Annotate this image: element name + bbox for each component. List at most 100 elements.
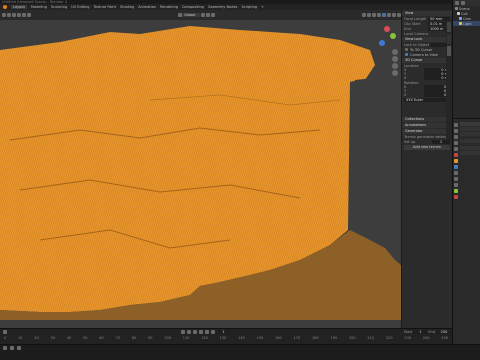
end-frame-field[interactable]: 250 xyxy=(436,330,452,334)
tab-uv-editing[interactable]: UV Editing xyxy=(71,5,89,9)
tab-scripting[interactable]: Scripting xyxy=(241,5,257,9)
shading-rendered-icon[interactable] xyxy=(396,13,401,17)
shading-material-icon[interactable] xyxy=(391,13,396,17)
camera-view-icon[interactable] xyxy=(392,63,398,69)
navigation-gizmo[interactable] xyxy=(374,24,398,50)
rotation-mode-dropdown[interactable]: XYZ Euler xyxy=(404,97,450,102)
shading-wireframe-icon[interactable] xyxy=(381,13,386,17)
add-menu-icon[interactable] xyxy=(22,13,26,17)
sidebar-tab-item[interactable] xyxy=(447,22,451,32)
list-item[interactable]: Light xyxy=(453,21,480,26)
particles-tab-icon[interactable] xyxy=(454,171,458,175)
generator-description: Terrain generator settings xyxy=(404,134,450,139)
lock-camera-label: Camera to View xyxy=(410,52,438,57)
tab-compositing[interactable]: Compositing xyxy=(182,5,204,9)
frame-tick-label: 0 xyxy=(4,336,7,340)
physics-tab-icon[interactable] xyxy=(454,177,458,181)
frame-tick-label: 50 xyxy=(83,336,88,340)
frame-tick-label: 20 xyxy=(34,336,39,340)
sidebar-tab-view[interactable] xyxy=(447,46,451,56)
play-icon[interactable] xyxy=(198,330,203,334)
object-tab-icon[interactable] xyxy=(454,159,458,163)
pan-icon[interactable] xyxy=(392,56,398,62)
annotations-section-header[interactable]: Annotations xyxy=(402,123,452,128)
transform-orientation-dropdown[interactable]: Global xyxy=(182,13,201,17)
snap-icon[interactable] xyxy=(205,13,210,17)
editor-type-icon[interactable] xyxy=(2,13,6,17)
jump-start-icon[interactable] xyxy=(180,330,185,334)
overlay-toggle-icon[interactable] xyxy=(371,13,376,17)
terrain-mesh xyxy=(0,26,401,328)
add-terrain-button[interactable]: Add new terrain xyxy=(404,144,450,150)
timeline: 1 Start 1 End 250 0 10 20 30 40 50 60 70 80 90 100… xyxy=(0,328,452,344)
3d-viewport[interactable] xyxy=(0,20,401,328)
setup-label: Set up xyxy=(404,139,416,144)
sidebar-tab-tool[interactable] xyxy=(447,34,451,44)
add-workspace-button[interactable]: + xyxy=(261,5,264,9)
outliner-item-label: Coll xyxy=(461,11,468,16)
tool-tab-icon[interactable] xyxy=(454,123,458,127)
collections-section-header[interactable]: Collections xyxy=(402,117,452,122)
mode-icon[interactable] xyxy=(7,13,11,17)
scene-tab-icon[interactable] xyxy=(454,147,458,151)
view-menu-icon[interactable] xyxy=(12,13,16,17)
visibility-icon[interactable] xyxy=(361,13,366,17)
frame-tick-label: 110 xyxy=(182,336,190,340)
gizmo-x-axis[interactable] xyxy=(384,26,390,32)
tab-shading[interactable]: Shading xyxy=(120,5,134,9)
tab-sculpting[interactable]: Sculpting xyxy=(51,5,67,9)
play-reverse-icon[interactable] xyxy=(192,330,197,334)
mouse-select-icon xyxy=(2,345,7,350)
lock-camera-checkbox[interactable] xyxy=(404,53,408,56)
outliner-editor-icon[interactable] xyxy=(454,1,459,5)
frame-tick-label: 90 xyxy=(148,336,153,340)
blender-logo-icon[interactable] xyxy=(2,5,7,9)
lock-cursor-checkbox[interactable] xyxy=(404,48,408,51)
zoom-icon[interactable] xyxy=(392,49,398,55)
tab-modeling[interactable]: Modeling xyxy=(31,5,47,9)
frame-tick-label: 160 xyxy=(275,336,282,340)
cursor-rotation-label: Rotation xyxy=(404,80,419,85)
output-tab-icon[interactable] xyxy=(454,135,458,139)
timeline-editor-icon[interactable] xyxy=(2,330,7,334)
modifier-tab-icon[interactable] xyxy=(454,165,458,169)
tab-animation[interactable]: Animation xyxy=(138,5,156,9)
constraints-tab-icon[interactable] xyxy=(454,183,458,187)
gizmo-y-axis[interactable] xyxy=(390,33,396,39)
pivot-icon[interactable] xyxy=(200,13,205,17)
focal-length-label: Focal Length xyxy=(404,16,427,21)
tab-geometry-nodes[interactable]: Geometry Nodes xyxy=(208,5,238,9)
data-tab-icon[interactable] xyxy=(454,189,458,193)
status-bar xyxy=(0,344,480,360)
render-tab-icon[interactable] xyxy=(454,129,458,133)
object-menu-icon[interactable] xyxy=(27,13,31,17)
select-menu-icon[interactable] xyxy=(17,13,21,17)
start-frame-field[interactable]: 1 xyxy=(413,330,428,334)
perspective-toggle-icon[interactable] xyxy=(392,70,398,76)
xray-icon[interactable] xyxy=(376,13,381,17)
tab-rendering[interactable]: Rendering xyxy=(160,5,178,9)
prev-keyframe-icon[interactable] xyxy=(186,330,191,334)
tab-texture-paint[interactable]: Texture Paint xyxy=(93,5,116,9)
proportional-edit-icon[interactable] xyxy=(210,13,215,17)
next-keyframe-icon[interactable] xyxy=(204,330,209,334)
gizmo-toggle-icon[interactable] xyxy=(366,13,371,17)
material-tab-icon[interactable] xyxy=(454,195,458,199)
properties-content xyxy=(460,121,480,241)
outliner-search-icon[interactable] xyxy=(460,1,465,5)
frame-tick-label: 40 xyxy=(66,336,72,340)
jump-end-icon[interactable] xyxy=(210,330,215,334)
world-tab-icon[interactable] xyxy=(454,153,458,157)
gizmo-z-axis[interactable] xyxy=(379,40,385,46)
shading-solid-icon[interactable] xyxy=(386,13,391,17)
viewport-nav-buttons xyxy=(392,48,399,82)
tab-layout[interactable]: Layout xyxy=(11,5,27,9)
current-frame-field[interactable]: 1 xyxy=(216,330,231,334)
view-layer-tab-icon[interactable] xyxy=(454,141,458,145)
setup-field[interactable]: 1 xyxy=(432,139,450,144)
frame-ruler[interactable]: 0 10 20 30 40 50 60 70 80 90 100 110 120 130 140 150 160… xyxy=(0,335,452,341)
rot-z-label: Z xyxy=(404,93,407,97)
frame-tick-label: 190 xyxy=(330,336,338,340)
frame-tick-label: 240 xyxy=(422,336,430,340)
light-icon xyxy=(458,22,462,25)
